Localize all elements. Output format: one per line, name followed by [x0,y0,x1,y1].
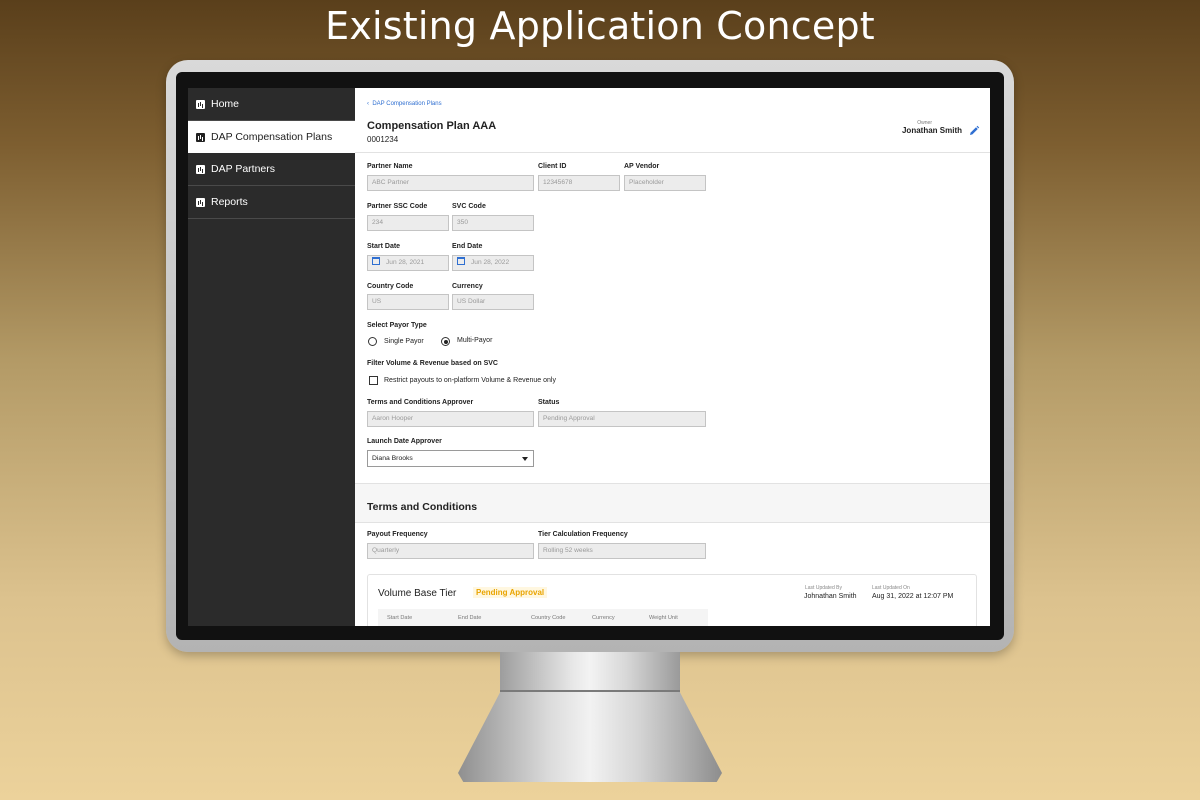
single-payor-label[interactable]: Single Payor [384,338,424,345]
partner-name-label: Partner Name [367,163,413,170]
client-id-label: Client ID [538,163,567,170]
partner-ssc-code-label: Partner SSC Code [367,203,428,210]
multi-payor-radio[interactable] [441,337,450,346]
tier-card-title: Volume Base Tier [378,588,457,599]
payor-type-label: Select Payor Type [367,322,427,329]
payout-frequency-label: Payout Frequency [367,531,428,538]
breadcrumb[interactable]: ‹ DAP Compensation Plans [367,101,442,107]
sidebar-item-label: DAP Compensation Plans [211,131,333,143]
restrict-payouts-label[interactable]: Restrict payouts to on-platform Volume &… [384,377,556,384]
status-label: Status [538,399,560,406]
single-payor-radio[interactable] [368,337,377,346]
column-header: Country Code [531,615,566,621]
pencil-icon[interactable] [968,125,980,137]
sidebar: Home DAP Compensation Plans DAP Partners… [188,88,355,626]
status-badge: Pending Approval [473,587,548,598]
start-date-value: Jun 28, 2021 [386,259,425,266]
filter-label: Filter Volume & Revenue based on SVC [367,360,498,367]
updated-by-value: Johnathan Smith [804,593,857,600]
updated-on-value: Aug 31, 2022 at 12:07 PM [872,593,954,600]
column-header: Currency [592,615,615,621]
sidebar-item-dap-compensation-plans[interactable]: DAP Compensation Plans [188,121,355,153]
currency-label: Currency [452,283,483,290]
sidebar-item-reports[interactable]: Reports [188,186,355,219]
launch-approver-select[interactable]: Diana Brooks [367,450,534,467]
main-content: ‹ DAP Compensation Plans Compensation Pl… [355,88,990,626]
country-code-label: Country Code [367,283,414,290]
ap-vendor-label: AP Vendor [624,163,660,170]
launch-approver-label: Launch Date Approver [367,438,442,445]
start-date-label: Start Date [367,243,401,250]
tier-calc-frequency-label: Tier Calculation Frequency [538,531,628,538]
updated-by-label: Last Updated By [805,585,842,591]
plan-header: ‹ DAP Compensation Plans Compensation Pl… [355,88,990,153]
chart-icon [196,197,205,207]
sidebar-item-label: Home [211,98,240,110]
tc-approver-field[interactable]: Aaron Hooper [367,411,534,427]
tc-approver-label: Terms and Conditions Approver [367,399,474,406]
payout-frequency-field[interactable]: Quarterly [367,543,534,559]
updated-on-label: Last Updated On [872,585,910,591]
owner-name: Jonathan Smith [901,126,962,135]
sidebar-item-dap-partners[interactable]: DAP Partners [188,153,355,186]
sidebar-item-home[interactable]: Home [188,88,355,121]
column-header: End Date [458,615,482,621]
monitor-neck-seam [500,690,680,692]
launch-approver-value: Diana Brooks [372,455,413,462]
client-id-field[interactable]: 12345678 [538,175,620,191]
calendar-icon[interactable] [457,257,465,265]
start-date-field[interactable]: Jun 28, 2021 [367,255,449,271]
partner-name-field[interactable]: ABC Partner [367,175,534,191]
breadcrumb-label[interactable]: DAP Compensation Plans [372,101,441,107]
plan-id: 0001234 [367,135,399,144]
column-header: Weight Unit [649,615,678,621]
calendar-icon[interactable] [372,257,380,265]
ap-vendor-field[interactable]: Placeholder [624,175,706,191]
tier-calc-frequency-field[interactable]: Rolling 52 weeks [538,543,706,559]
column-header: Start Date [387,615,413,621]
currency-field[interactable]: US Dollar [452,294,534,310]
caret-down-icon [522,457,528,461]
status-field[interactable]: Pending Approval [538,411,706,427]
multi-payor-label[interactable]: Multi-Payor [457,337,492,344]
restrict-payouts-checkbox[interactable] [369,376,378,385]
end-date-field[interactable]: Jun 28, 2022 [452,255,534,271]
chart-icon [196,99,205,109]
page-headline: Existing Application Concept [325,4,875,48]
country-code-field[interactable]: US [367,294,449,310]
end-date-label: End Date [452,243,483,250]
end-date-value: Jun 28, 2022 [471,259,510,266]
svc-code-field[interactable]: 350 [452,215,534,231]
monitor-stand [458,692,722,782]
sidebar-item-label: DAP Partners [211,163,275,175]
app-screen: Home DAP Compensation Plans DAP Partners… [188,88,990,626]
chart-icon [196,132,205,142]
partner-ssc-code-field[interactable]: 234 [367,215,449,231]
svc-code-label: SVC Code [452,203,486,210]
monitor-neck [500,652,680,694]
sidebar-item-label: Reports [211,196,248,208]
page-title: Compensation Plan AAA [367,120,497,132]
chart-icon [196,164,205,174]
terms-section-title: Terms and Conditions [367,501,478,513]
